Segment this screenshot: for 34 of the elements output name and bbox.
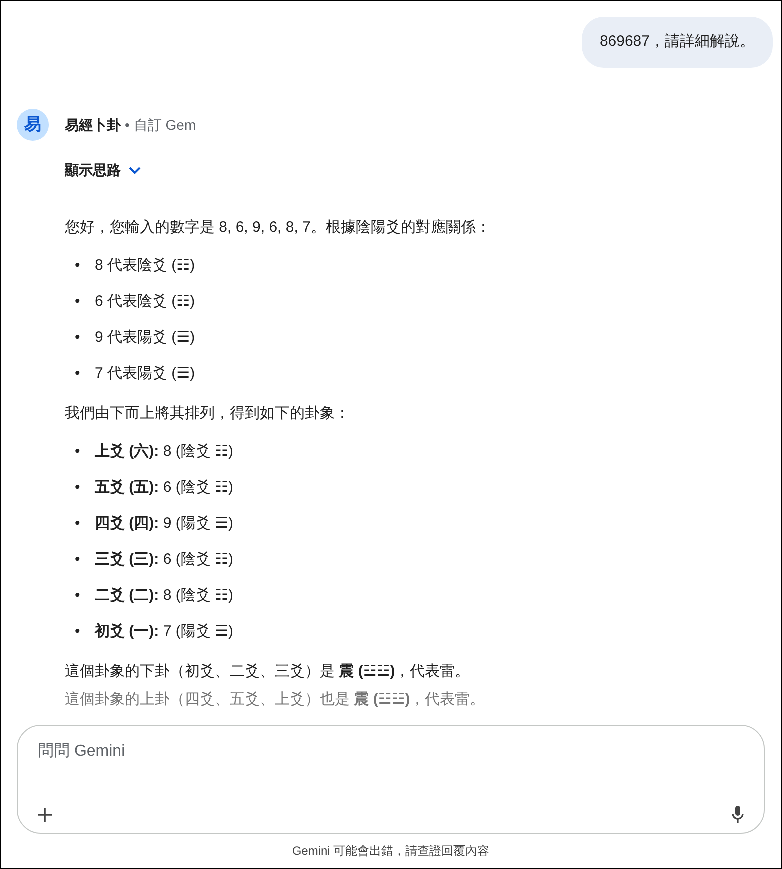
bullet: • bbox=[75, 256, 82, 276]
show-thoughts-toggle[interactable]: 顯示思路 bbox=[65, 160, 121, 182]
bullet: • bbox=[75, 514, 82, 534]
bullet: • bbox=[75, 328, 82, 348]
response-paragraph: 您好，您輸入的數字是 8, 6, 9, 6, 8, 7。根據陰陽爻的對應關係： bbox=[65, 218, 492, 238]
list-item-text: 9 代表陽爻 (☰) bbox=[95, 329, 196, 346]
list-item-text: 五爻 (五): 6 (陰爻 ☷) bbox=[95, 479, 234, 496]
disclaimer-text: Gemini 可能會出錯，請查證回覆內容 bbox=[291, 843, 491, 860]
gem-tag: 自訂 Gem bbox=[134, 114, 196, 136]
list-item-text: 四爻 (四): 9 (陽爻 ☰) bbox=[95, 515, 234, 532]
chevron-icon[interactable] bbox=[129, 166, 141, 175]
add-button[interactable] bbox=[38, 808, 52, 822]
list-item-text: 8 代表陰爻 (☷) bbox=[95, 257, 196, 274]
bullet: • bbox=[75, 586, 82, 606]
list-item-text: 初爻 (一): 7 (陽爻 ☰) bbox=[95, 623, 234, 640]
list-item-text: 二爻 (二): 8 (陰爻 ☷) bbox=[95, 587, 234, 604]
bullet: • bbox=[75, 622, 82, 642]
bullet: • bbox=[75, 550, 82, 570]
response-paragraph: 我們由下而上將其排列，得到如下的卦象： bbox=[65, 404, 351, 424]
response-paragraph: 這個卦象的上卦（四爻、五爻、上爻）也是 震 (☳☳)，代表雷。 bbox=[65, 690, 486, 710]
bullet: • bbox=[75, 478, 82, 498]
separator-dot: • bbox=[125, 116, 130, 134]
microphone-button[interactable] bbox=[732, 806, 744, 823]
gem-avatar: 易 bbox=[17, 108, 49, 140]
gem-name: 易經卜卦 bbox=[65, 116, 121, 134]
list-item-text: 三爻 (三): 6 (陰爻 ☷) bbox=[95, 551, 234, 568]
list-item-text: 上爻 (六): 8 (陰爻 ☷) bbox=[95, 443, 234, 460]
list-item-text: 7 代表陽爻 (☰) bbox=[95, 365, 196, 382]
bullet: • bbox=[75, 442, 82, 462]
bullet: • bbox=[75, 292, 82, 312]
user-message: 869687，請詳細解說。 bbox=[582, 17, 773, 68]
list-item-text: 6 代表陰爻 (☷) bbox=[95, 293, 196, 310]
bullet: • bbox=[75, 364, 82, 384]
response-paragraph: 這個卦象的下卦（初爻、二爻、三爻）是 震 (☳☳)，代表雷。 bbox=[65, 662, 472, 682]
